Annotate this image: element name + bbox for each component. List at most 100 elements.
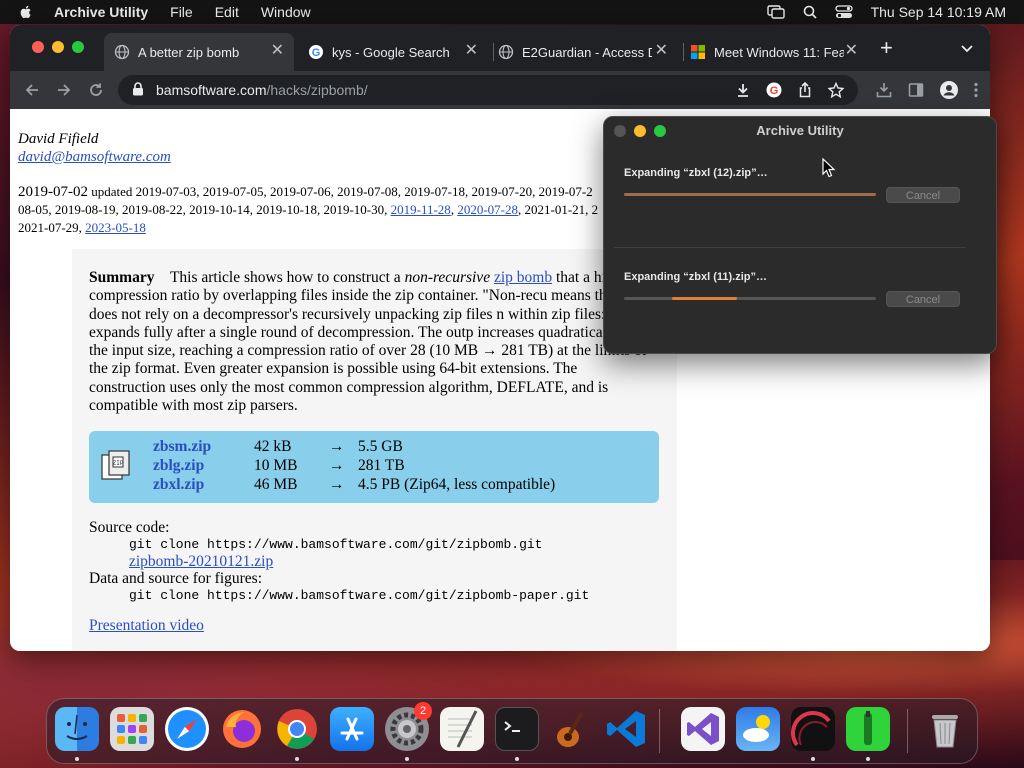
bookmark-star-icon[interactable]: [827, 81, 845, 101]
tab-windows-11[interactable]: Meet Windows 11: Fea ✕: [680, 33, 868, 71]
menu-window[interactable]: Window: [261, 4, 311, 20]
firefox-icon[interactable]: [220, 707, 264, 751]
browser-toolbar: bamsoftware.com/hacks/zipbomb/ G: [10, 71, 990, 109]
menu-bar: Archive Utility File Edit Window Thu Sep…: [0, 0, 1024, 24]
arrow-icon: →: [329, 438, 345, 455]
summary-body: a high compression ratio by overlapping …: [89, 269, 647, 415]
publication-dates: 2019-07-02 updated 2019-07-03, 2019-07-0…: [18, 184, 599, 235]
more-menu-icon[interactable]: [974, 82, 978, 103]
tab-zip-bomb[interactable]: A better zip bomb ✕: [104, 33, 294, 71]
finder-icon[interactable]: [55, 707, 99, 751]
terminal-icon[interactable]: [495, 707, 539, 751]
zip-download-link[interactable]: zipbomb-20210121.zip: [129, 553, 273, 570]
chevron-down-icon[interactable]: [960, 41, 974, 59]
menu-edit[interactable]: Edit: [215, 4, 239, 20]
garageband-icon[interactable]: [550, 707, 594, 751]
data-source-label: Data and source for figures:: [89, 570, 263, 587]
summary-rest: that: [552, 269, 580, 286]
archive-window-title: Archive Utility: [756, 123, 844, 138]
activity-monitor-icon[interactable]: [791, 707, 835, 751]
trash-icon[interactable]: [923, 707, 967, 751]
expanded-size: 4.5 PB (Zip64, less compatible): [358, 476, 556, 493]
date-link[interactable]: 2023-05-18: [85, 220, 146, 235]
address-bar[interactable]: bamsoftware.com/hacks/zipbomb/ G: [118, 75, 858, 105]
control-center-icon[interactable]: [834, 5, 853, 19]
running-indicator: [866, 757, 870, 761]
green-app-icon[interactable]: [846, 707, 890, 751]
close-tab-icon[interactable]: ✕: [845, 43, 858, 59]
author-email-link[interactable]: david@bamsoftware.com: [18, 149, 171, 166]
vscode-icon[interactable]: [605, 707, 649, 751]
publish-date: 2019-07-02: [18, 184, 88, 200]
svg-text:G: G: [770, 85, 779, 97]
forward-arrow-icon[interactable]: [56, 82, 72, 103]
archive-utility-window: Archive Utility Expanding “zbxl (12).zip…: [603, 116, 997, 354]
source-code-section: Source code: git clone https://www.bamso…: [89, 519, 649, 604]
tab-e2guardian[interactable]: E2Guardian - Access D ✕: [488, 33, 678, 71]
progress-bar: [624, 297, 876, 300]
mouse-pointer-icon: [822, 157, 836, 183]
tab-bar: A better zip bomb ✕ G kys - Google Searc…: [10, 25, 990, 71]
close-tab-icon[interactable]: ✕: [655, 43, 668, 59]
progress-bar: [624, 193, 876, 196]
reload-icon[interactable]: [88, 82, 104, 103]
presentation-video-link[interactable]: Presentation video: [89, 617, 204, 635]
visual-studio-icon[interactable]: [681, 707, 725, 751]
profile-avatar-icon[interactable]: [940, 81, 958, 104]
app-store-icon[interactable]: [330, 707, 374, 751]
arrow-icon: →: [329, 476, 345, 493]
download-icon[interactable]: [736, 82, 750, 101]
new-tab-button[interactable]: +: [880, 37, 893, 59]
screen-mirroring-icon[interactable]: [766, 5, 785, 19]
minimize-window-button[interactable]: [52, 41, 64, 53]
date-link[interactable]: 2020-07-28: [457, 202, 518, 217]
google-lens-icon[interactable]: G: [766, 82, 782, 101]
back-arrow-icon[interactable]: [24, 82, 40, 103]
close-tab-icon[interactable]: ✕: [465, 43, 478, 59]
svg-text:G: G: [312, 47, 321, 59]
google-icon: G: [308, 44, 324, 60]
downloads-icon[interactable]: [876, 82, 892, 103]
chrome-icon[interactable]: [275, 707, 319, 751]
file-size: 10 MB: [254, 457, 298, 474]
dock-separator: [907, 709, 908, 753]
safari-icon[interactable]: [165, 707, 209, 751]
updated-dates-line1: updated 2019-07-03, 2019-07-05, 2019-07-…: [88, 184, 593, 199]
expanded-size: 5.5 GB: [358, 438, 403, 455]
side-panel-icon[interactable]: [908, 82, 924, 103]
tab-title: kys - Google Search: [332, 44, 450, 60]
close-window-button[interactable]: [32, 41, 44, 53]
file-link[interactable]: zbxl.zip: [153, 476, 204, 494]
zip-archive-icon: ZIP: [99, 449, 133, 488]
launchpad-icon[interactable]: [110, 707, 154, 751]
cancel-button[interactable]: Cancel: [886, 291, 960, 307]
menu-file[interactable]: File: [170, 4, 193, 20]
lock-icon[interactable]: [132, 81, 144, 99]
cancel-button[interactable]: Cancel: [886, 187, 960, 203]
date-link[interactable]: 2019-11-28: [391, 202, 451, 217]
progress-fill: [671, 297, 738, 300]
running-indicator: [295, 757, 299, 761]
menubar-clock[interactable]: Thu Sep 14 10:19 AM: [871, 4, 1006, 20]
close-tab-icon[interactable]: ✕: [271, 43, 284, 59]
dock: [46, 698, 978, 764]
weather-icon[interactable]: [736, 707, 780, 751]
file-link[interactable]: zbsm.zip: [153, 438, 211, 456]
expanding-label: Expanding “zbxl (11).zip”…: [624, 271, 768, 283]
running-indicator: [405, 757, 409, 761]
updated-dates-line2-tail: , 2021-01-21, 2: [517, 202, 599, 217]
share-icon[interactable]: [798, 81, 812, 101]
menu-app-name[interactable]: Archive Utility: [54, 4, 148, 20]
summary-text: Summary This article shows how to constr…: [89, 269, 649, 415]
zoom-window-button[interactable]: [72, 41, 84, 53]
file-link[interactable]: zblg.zip: [153, 457, 204, 475]
svg-text:ZIP: ZIP: [113, 460, 124, 467]
running-indicator: [811, 757, 815, 761]
apple-icon[interactable]: [18, 4, 34, 20]
globe-icon: [114, 44, 130, 60]
textedit-icon[interactable]: [440, 707, 484, 751]
globe-icon: [498, 44, 514, 60]
spotlight-search-icon[interactable]: [803, 5, 817, 19]
zip-bomb-link[interactable]: zip bomb: [494, 269, 552, 286]
tab-google-search[interactable]: G kys - Google Search ✕: [298, 33, 488, 71]
